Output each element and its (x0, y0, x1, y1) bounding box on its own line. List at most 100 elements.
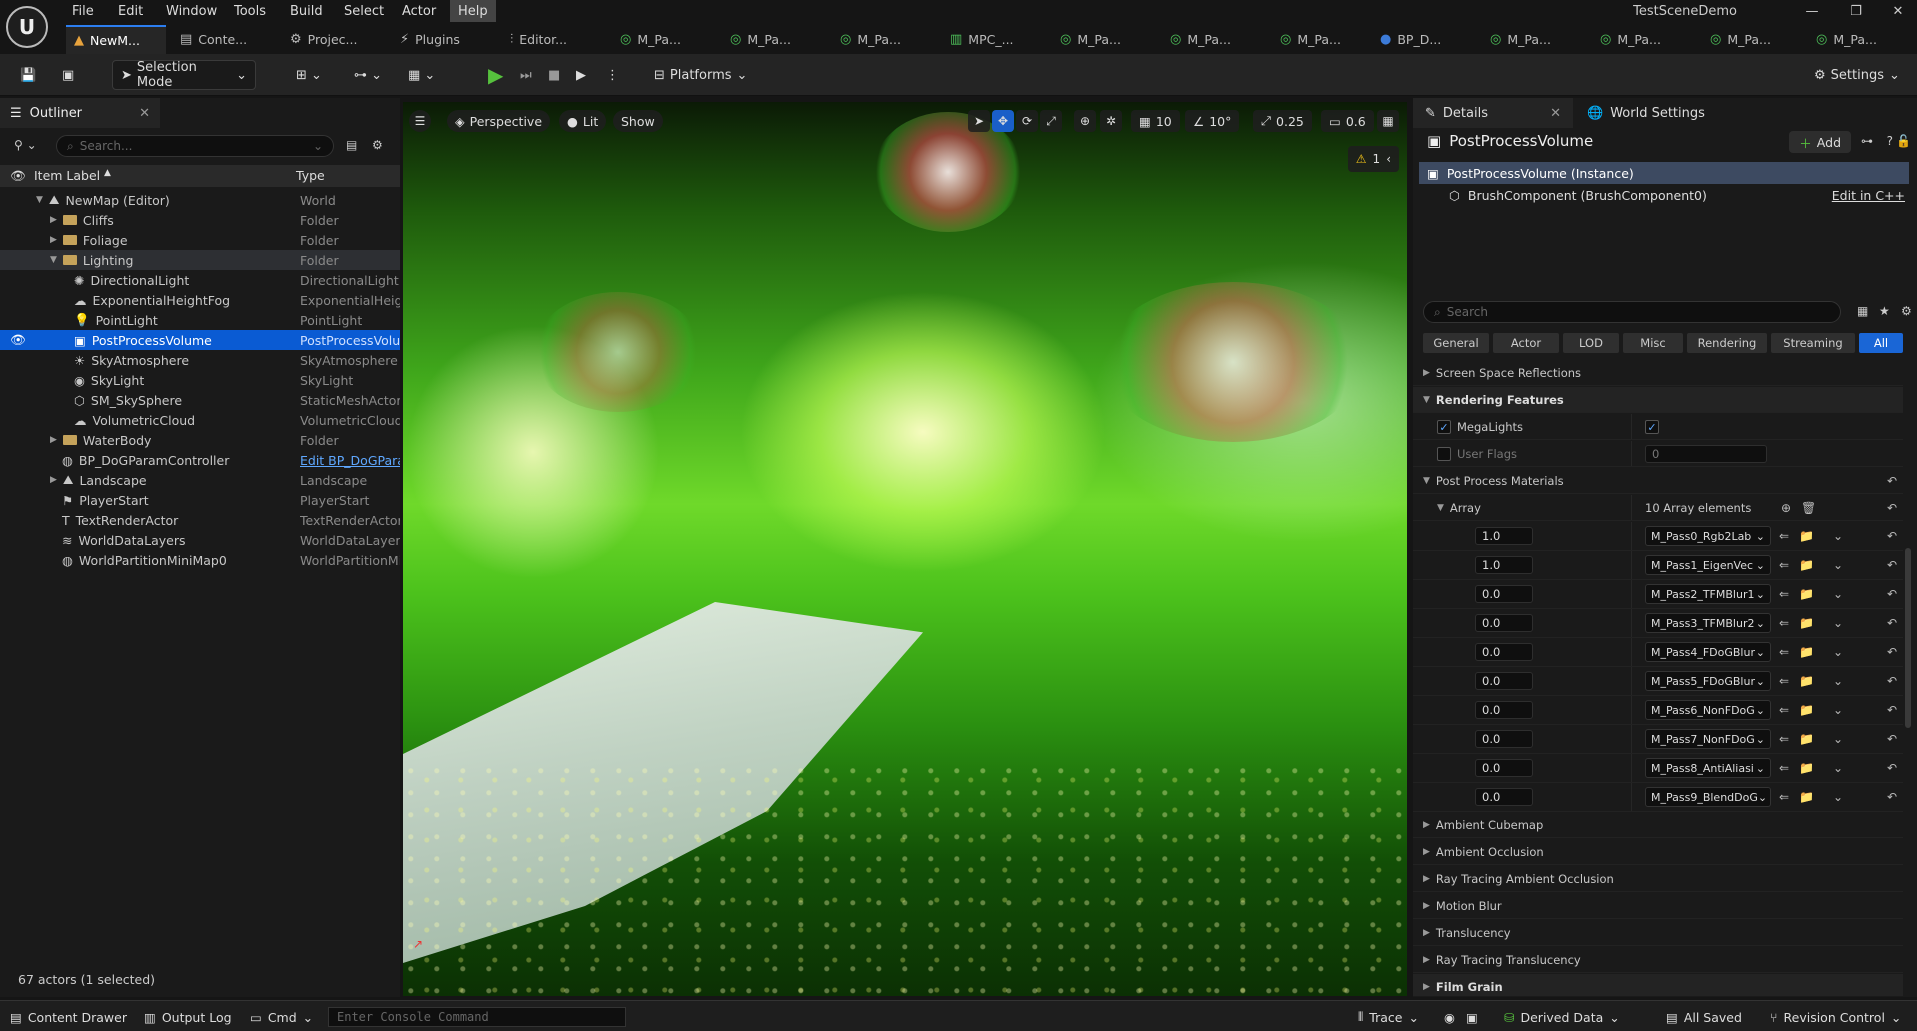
tree-row[interactable]: ☁ VolumetricCloud VolumetricCloud (0, 410, 400, 430)
eye-icon[interactable]: 👁 (10, 332, 26, 348)
eye-icon[interactable]: 👁 (10, 168, 26, 184)
use-selected-icon[interactable]: ⇐ (1779, 558, 1789, 572)
column-item-label[interactable]: Item Label (34, 168, 100, 183)
category-actor[interactable]: Actor (1493, 333, 1559, 353)
tree-row[interactable]: ▼ ⛰ NewMap (Editor) World (0, 190, 400, 210)
level-viewport[interactable]: ☰ ◈ Perspective ● Lit Show ➤ ✥ ⟳ ⤢ ⊕ ✲ ▦ 10… (403, 102, 1407, 996)
collapse-icon[interactable]: ▼ (36, 195, 43, 205)
weight-input[interactable]: 0.0 (1475, 643, 1533, 661)
scale-tool-icon[interactable]: ⤢ (1040, 110, 1062, 132)
grid-snap-button[interactable]: ▦ 10 (1131, 110, 1180, 132)
weight-input[interactable]: 0.0 (1475, 672, 1533, 690)
add-element-icon[interactable]: ⊕ (1781, 501, 1791, 515)
expand-icon[interactable]: ▶ (50, 475, 57, 485)
perspective-button[interactable]: ◈ Perspective (447, 110, 551, 132)
tab-material[interactable]: ◎ M_Pa... (612, 25, 689, 54)
material-dropdown[interactable]: M_Pass4_FDoGBlur ⌄ (1645, 642, 1771, 662)
chevron-down-icon[interactable]: ⌄ (1833, 558, 1843, 572)
trace-dropdown[interactable]: ⫴ Trace ⌄ (1358, 1006, 1419, 1028)
output-log-button[interactable]: ▥ Output Log (144, 1006, 232, 1028)
browse-asset-icon[interactable]: 📁 (1799, 587, 1814, 601)
browse-icon[interactable]: ▣ (54, 60, 82, 90)
collapse-icon[interactable]: ▼ (50, 255, 57, 265)
weight-input[interactable]: 0.0 (1475, 614, 1533, 632)
chevron-down-icon[interactable]: ⌄ (1833, 703, 1843, 717)
category-streaming[interactable]: Streaming (1771, 333, 1855, 353)
tree-row[interactable]: ✺ DirectionalLight DirectionalLight (0, 270, 400, 290)
surface-snap-icon[interactable]: ✲ (1100, 110, 1122, 132)
platforms-dropdown[interactable]: ⊟ Platforms ⌄ (646, 60, 755, 90)
table-view-icon[interactable]: ▦ (1857, 304, 1868, 318)
world-space-icon[interactable]: ⊕ (1074, 110, 1096, 132)
chevron-down-icon[interactable]: ⌄ (1833, 674, 1843, 688)
material-dropdown[interactable]: M_Pass8_AntiAliasi ⌄ (1645, 758, 1771, 778)
weight-input[interactable]: 0.0 (1475, 788, 1533, 806)
category-lod[interactable]: LOD (1563, 333, 1619, 353)
browse-asset-icon[interactable]: 📁 (1799, 790, 1814, 804)
section-ambient-occlusion[interactable]: ▶ Ambient Occlusion (1413, 839, 1903, 865)
megalights-checkbox[interactable]: ✓ (1645, 420, 1659, 434)
category-general[interactable]: General (1423, 333, 1489, 353)
chevron-down-icon[interactable]: ⌄ (1833, 529, 1843, 543)
tab-material[interactable]: ◎ M_Pa... (1592, 25, 1669, 54)
chevron-down-icon[interactable]: ⌄ (1833, 587, 1843, 601)
material-dropdown[interactable]: M_Pass3_TFMBlur2 ⌄ (1645, 613, 1771, 633)
tree-row[interactable]: 👁 ▣ PostProcessVolume PostProcessVolu (0, 330, 400, 350)
browse-asset-icon[interactable]: 📁 (1799, 645, 1814, 659)
chevron-down-icon[interactable]: ⌄ (1833, 732, 1843, 746)
tab-material[interactable]: ◎ M_Pa... (832, 25, 909, 54)
tree-row[interactable]: ☁ ExponentialHeightFog ExponentialHeigh (0, 290, 400, 310)
cmd-dropdown[interactable]: ▭ Cmd ⌄ (250, 1006, 313, 1028)
camera-speed-button[interactable]: ▭ 0.6 (1321, 110, 1374, 132)
chevron-down-icon[interactable]: ⌄ (1833, 790, 1843, 804)
console-input[interactable]: Enter Console Command (328, 1007, 626, 1027)
weight-input[interactable]: 0.0 (1475, 759, 1533, 777)
play-icon[interactable]: ▶ (480, 60, 511, 90)
record-icon[interactable]: ◉ (1444, 1006, 1455, 1028)
rotate-tool-icon[interactable]: ⟳ (1016, 110, 1038, 132)
select-tool-icon[interactable]: ➤ (968, 110, 990, 132)
translate-tool-icon[interactable]: ✥ (992, 110, 1014, 132)
menu-select[interactable]: Select (336, 0, 392, 22)
menu-edit[interactable]: Edit (110, 0, 151, 22)
section-film-grain[interactable]: ▶ Film Grain (1413, 974, 1903, 996)
tree-row[interactable]: T TextRenderActor TextRenderActor (0, 510, 400, 530)
browse-asset-icon[interactable]: 📁 (1799, 529, 1814, 543)
megalights-override-checkbox[interactable]: ✓ (1437, 420, 1451, 434)
browse-asset-icon[interactable]: 📁 (1799, 558, 1814, 572)
material-dropdown[interactable]: M_Pass7_NonFDoG ⌄ (1645, 729, 1771, 749)
browse-asset-icon[interactable]: 📁 (1799, 732, 1814, 746)
tab-plugins[interactable]: ⚡ Plugins (392, 25, 468, 54)
unreal-logo-icon[interactable]: U (6, 6, 48, 48)
tab-mpc[interactable]: ▥ MPC_... (942, 25, 1022, 54)
screenshot-icon[interactable]: ▣ (1466, 1006, 1478, 1028)
reset-icon[interactable]: ↶ (1887, 703, 1897, 717)
material-dropdown[interactable]: M_Pass5_FDoGBlur ⌄ (1645, 671, 1771, 691)
section-ssr[interactable]: ▶ Screen Space Reflections (1413, 360, 1903, 386)
edit-in-cpp-link[interactable]: Edit in C++ (1832, 188, 1905, 203)
use-selected-icon[interactable]: ⇐ (1779, 616, 1789, 630)
lit-button[interactable]: ● Lit (559, 110, 607, 132)
reset-icon[interactable]: ↶ (1887, 761, 1897, 775)
reset-icon[interactable]: ↶ (1887, 587, 1897, 601)
use-selected-icon[interactable]: ⇐ (1779, 761, 1789, 775)
tree-row[interactable]: ☀ SkyAtmosphere SkyAtmosphere (0, 350, 400, 370)
category-rendering[interactable]: Rendering (1687, 333, 1767, 353)
layout-icon[interactable]: ▦ (1377, 110, 1399, 132)
add-component-button[interactable]: ＋ Add (1789, 131, 1851, 153)
blueprint-menu-icon[interactable]: ⊶ ⌄ (346, 60, 390, 90)
menu-file[interactable]: File (64, 0, 102, 22)
browse-asset-icon[interactable]: 📁 (1799, 703, 1814, 717)
section-rt-ao[interactable]: ▶ Ray Tracing Ambient Occlusion (1413, 866, 1903, 892)
restore-icon[interactable]: ❐ (1834, 0, 1878, 22)
lock-icon[interactable]: 🔓 (1896, 134, 1911, 148)
cinematics-icon[interactable]: ▦ ⌄ (400, 60, 443, 90)
section-rt-translucency[interactable]: ▶ Ray Tracing Translucency (1413, 947, 1903, 973)
section-motion-blur[interactable]: ▶ Motion Blur (1413, 893, 1903, 919)
filter-icon[interactable]: ⚲ ⌄ (14, 138, 37, 152)
tree-row[interactable]: ≋ WorldDataLayers WorldDataLayers (0, 530, 400, 550)
help-icon[interactable]: ? (1887, 134, 1893, 148)
tab-editor-prefs[interactable]: ⫶ Editor... (502, 25, 575, 54)
menu-actor[interactable]: Actor (394, 0, 444, 22)
edit-blueprint-link[interactable]: Edit BP_DoGPara (300, 453, 400, 468)
